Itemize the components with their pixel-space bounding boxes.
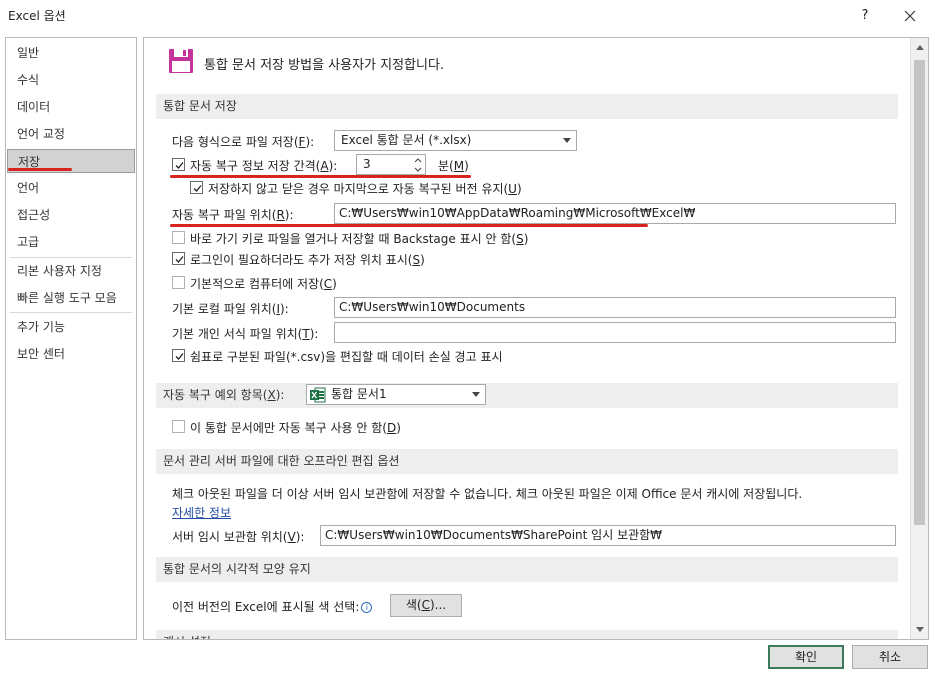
section-save-workbooks: 통합 문서 저장 — [156, 94, 898, 119]
spin-up-icon[interactable] — [413, 156, 423, 165]
sidebar-item-advanced[interactable]: 고급 — [7, 230, 135, 254]
sidebar-item-trust-center[interactable]: 보안 센터 — [7, 342, 135, 366]
no-backstage-checkbox[interactable] — [172, 231, 185, 244]
workbook-dropdown[interactable]: 통합 문서1 — [306, 384, 486, 405]
section-cache-settings: 캐시 설정 — [156, 630, 898, 639]
colors-label: 이전 버전의 Excel에 표시될 색 선택: i — [172, 598, 373, 615]
check-icon — [175, 162, 184, 169]
autorecover-checkbox[interactable] — [172, 158, 185, 171]
show-locations-label: 로그인이 필요하더라도 추가 저장 위치 표시(S) — [190, 253, 425, 267]
disable-autorecover-label: 이 통합 문서에만 자동 복구 사용 안 함(D) — [190, 421, 401, 435]
no-backstage-label: 바로 가기 키로 파일을 열거나 저장할 때 Backstage 표시 안 함(… — [190, 232, 529, 246]
sidebar-item-proofing[interactable]: 언어 교정 — [7, 122, 135, 146]
scroll-up-icon[interactable] — [912, 40, 928, 56]
sidebar-item-data[interactable]: 데이터 — [7, 95, 135, 119]
title-bar: Excel 옵션 ? — [0, 0, 935, 32]
disable-autorecover-checkbox[interactable] — [172, 420, 185, 433]
chevron-down-icon — [472, 392, 480, 397]
excel-workbook-icon — [310, 387, 326, 403]
personal-templates-input[interactable] — [334, 322, 896, 343]
help-button[interactable]: ? — [853, 5, 877, 27]
close-icon — [904, 10, 916, 22]
close-button[interactable] — [898, 4, 922, 28]
csv-warning-label: 쉼표로 구분된 파일(*.csv)을 편집할 때 데이터 손실 경고 표시 — [190, 350, 503, 364]
section-autorecover-exceptions: 자동 복구 예외 항목(X): — [156, 383, 898, 408]
local-location-label: 기본 로컬 파일 위치(I): — [172, 302, 289, 316]
format-dropdown[interactable]: Excel 통합 문서 (*.xlsx) — [334, 130, 577, 151]
drafts-location-input[interactable]: C:₩Users₩win10₩Documents₩SharePoint 임시 보… — [320, 525, 896, 546]
sidebar-item-addins[interactable]: 추가 기능 — [7, 315, 135, 339]
show-locations-checkbox[interactable] — [172, 252, 185, 265]
scroll-down-icon[interactable] — [912, 621, 928, 637]
csv-warning-checkbox[interactable] — [172, 349, 185, 362]
chevron-down-icon — [563, 138, 571, 143]
annotation-underline-autorecover — [170, 175, 471, 178]
save-icon — [169, 49, 193, 73]
section-visual-appearance: 통합 문서의 시각적 모양 유지 — [156, 557, 898, 582]
sidebar-item-formulas[interactable]: 수식 — [7, 68, 135, 92]
autorecover-location-input[interactable]: C:₩Users₩win10₩AppData₩Roaming₩Microsoft… — [334, 203, 896, 224]
local-location-input[interactable]: C:₩Users₩win10₩Documents — [334, 297, 896, 318]
sidebar-item-general[interactable]: 일반 — [7, 41, 135, 65]
cancel-button[interactable]: 취소 — [852, 645, 928, 669]
sidebar-divider — [10, 257, 132, 258]
save-computer-checkbox[interactable] — [172, 276, 185, 289]
drafts-location-label: 서버 임시 보관함 위치(V): — [172, 530, 305, 544]
options-content: 통합 문서 저장 방법을 사용자가 지정합니다. 통합 문서 저장 다음 형식으… — [144, 38, 910, 639]
info-icon: i — [361, 602, 373, 613]
annotation-underline-save — [8, 168, 72, 171]
vertical-scrollbar[interactable] — [910, 38, 928, 639]
save-computer-label: 기본적으로 컴퓨터에 저장(C) — [190, 277, 337, 291]
check-icon — [175, 353, 184, 360]
scrollbar-thumb[interactable] — [914, 60, 925, 525]
offline-description: 체크 아웃된 파일을 더 이상 서버 임시 보관함에 저장할 수 없습니다. 체… — [172, 487, 803, 501]
sidebar-item-quick-access[interactable]: 빠른 실행 도구 모음 — [7, 286, 135, 310]
sidebar-item-language[interactable]: 언어 — [7, 176, 135, 200]
personal-templates-label: 기본 개인 서식 파일 위치(T): — [172, 327, 319, 341]
format-label: 다음 형식으로 파일 저장(F): — [172, 135, 315, 149]
category-sidebar: 일반 수식 데이터 언어 교정 저장 언어 접근성 고급 리본 사용자 지정 빠… — [5, 37, 137, 640]
sidebar-item-customize-ribbon[interactable]: 리본 사용자 지정 — [7, 259, 135, 283]
minutes-label: 분(M) — [438, 159, 469, 173]
ok-button[interactable]: 확인 — [768, 645, 844, 669]
page-header: 통합 문서 저장 방법을 사용자가 지정합니다. — [204, 58, 445, 73]
keep-version-label: 저장하지 않고 닫은 경우 마지막으로 자동 복구된 버전 유지(U) — [208, 182, 522, 196]
annotation-underline-location — [170, 224, 648, 227]
options-panel: 통합 문서 저장 방법을 사용자가 지정합니다. 통합 문서 저장 다음 형식으… — [143, 37, 929, 640]
colors-button[interactable]: 색(C)... — [390, 594, 462, 617]
autorecover-label: 자동 복구 정보 저장 간격(A): — [190, 159, 338, 173]
section-offline-editing: 문서 관리 서버 파일에 대한 오프라인 편집 옵션 — [156, 449, 898, 474]
sidebar-divider — [10, 312, 132, 313]
window-title: Excel 옵션 — [8, 9, 66, 23]
check-icon — [193, 185, 202, 192]
autorecover-location-label: 자동 복구 파일 위치(R): — [172, 208, 294, 222]
check-icon — [175, 256, 184, 263]
spin-down-icon[interactable] — [413, 165, 423, 174]
autorecover-interval-spinner[interactable]: 3 — [356, 154, 426, 175]
details-link[interactable]: 자세한 정보 — [172, 504, 231, 521]
sidebar-item-accessibility[interactable]: 접근성 — [7, 203, 135, 227]
keep-version-checkbox[interactable] — [190, 181, 203, 194]
